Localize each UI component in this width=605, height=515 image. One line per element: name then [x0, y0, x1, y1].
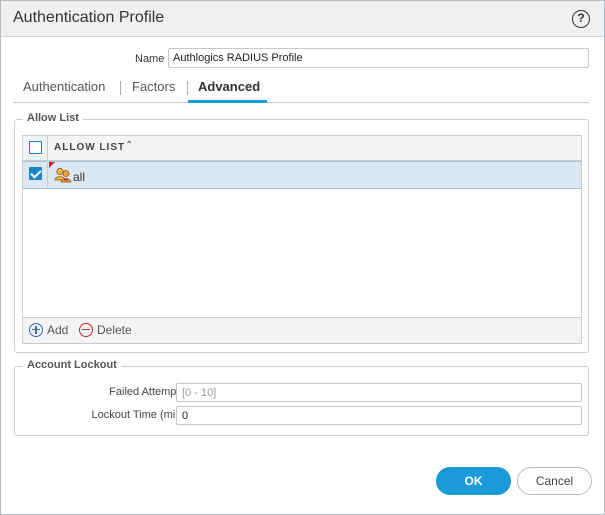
dialog-title: Authentication Profile	[13, 9, 165, 26]
table-row[interactable]: all	[23, 161, 581, 189]
row-label: all	[73, 170, 86, 184]
tab-separator	[187, 81, 188, 95]
account-lockout-group: Account Lockout Failed Attempts Lockout …	[14, 359, 589, 436]
lockout-time-label: Lockout Time (min)	[91, 409, 185, 421]
tab-authentication[interactable]: Authentication	[23, 79, 105, 94]
minus-icon	[79, 323, 93, 337]
tab-bar: Authentication Factors Advanced	[13, 75, 589, 103]
allow-list-group: Allow List ALLOW LIST ⌃ all Add Delete	[14, 112, 589, 353]
select-all-cell	[23, 136, 48, 161]
row-checkbox-cell	[23, 162, 48, 188]
active-tab-indicator	[188, 100, 267, 103]
user-group-icon	[54, 167, 72, 183]
add-button-label: Add	[47, 323, 69, 337]
delete-button-label: Delete	[97, 323, 132, 337]
add-button[interactable]: Add	[29, 323, 68, 337]
ok-button[interactable]: OK	[436, 467, 511, 495]
lockout-time-input[interactable]	[176, 406, 582, 425]
name-label: Name	[135, 53, 165, 65]
name-input[interactable]	[168, 48, 589, 68]
failed-attempts-label: Failed Attempts	[109, 386, 185, 398]
allow-list-legend: Allow List	[23, 112, 83, 124]
failed-attempts-input[interactable]	[176, 383, 582, 402]
table-header: ALLOW LIST ⌃	[23, 136, 581, 161]
plus-icon	[29, 323, 43, 337]
tab-factors[interactable]: Factors	[132, 79, 175, 94]
title-bar: Authentication Profile ?	[1, 1, 604, 37]
cancel-button[interactable]: Cancel	[517, 467, 592, 495]
column-header-allow-list[interactable]: ALLOW LIST	[54, 142, 125, 153]
allow-list-table: ALLOW LIST ⌃ all Add Delete	[22, 135, 582, 344]
account-lockout-legend: Account Lockout	[23, 359, 121, 371]
select-all-checkbox[interactable]	[29, 141, 42, 154]
help-icon[interactable]: ?	[572, 10, 590, 28]
sort-ascending-icon[interactable]: ⌃	[125, 140, 133, 151]
delete-button[interactable]: Delete	[79, 323, 132, 337]
tab-separator	[120, 81, 121, 95]
tab-advanced[interactable]: Advanced	[198, 79, 260, 94]
row-checkbox[interactable]	[29, 167, 42, 180]
table-footer: Add Delete	[23, 317, 581, 343]
authentication-profile-dialog: Authentication Profile ? Name Authentica…	[0, 0, 605, 515]
